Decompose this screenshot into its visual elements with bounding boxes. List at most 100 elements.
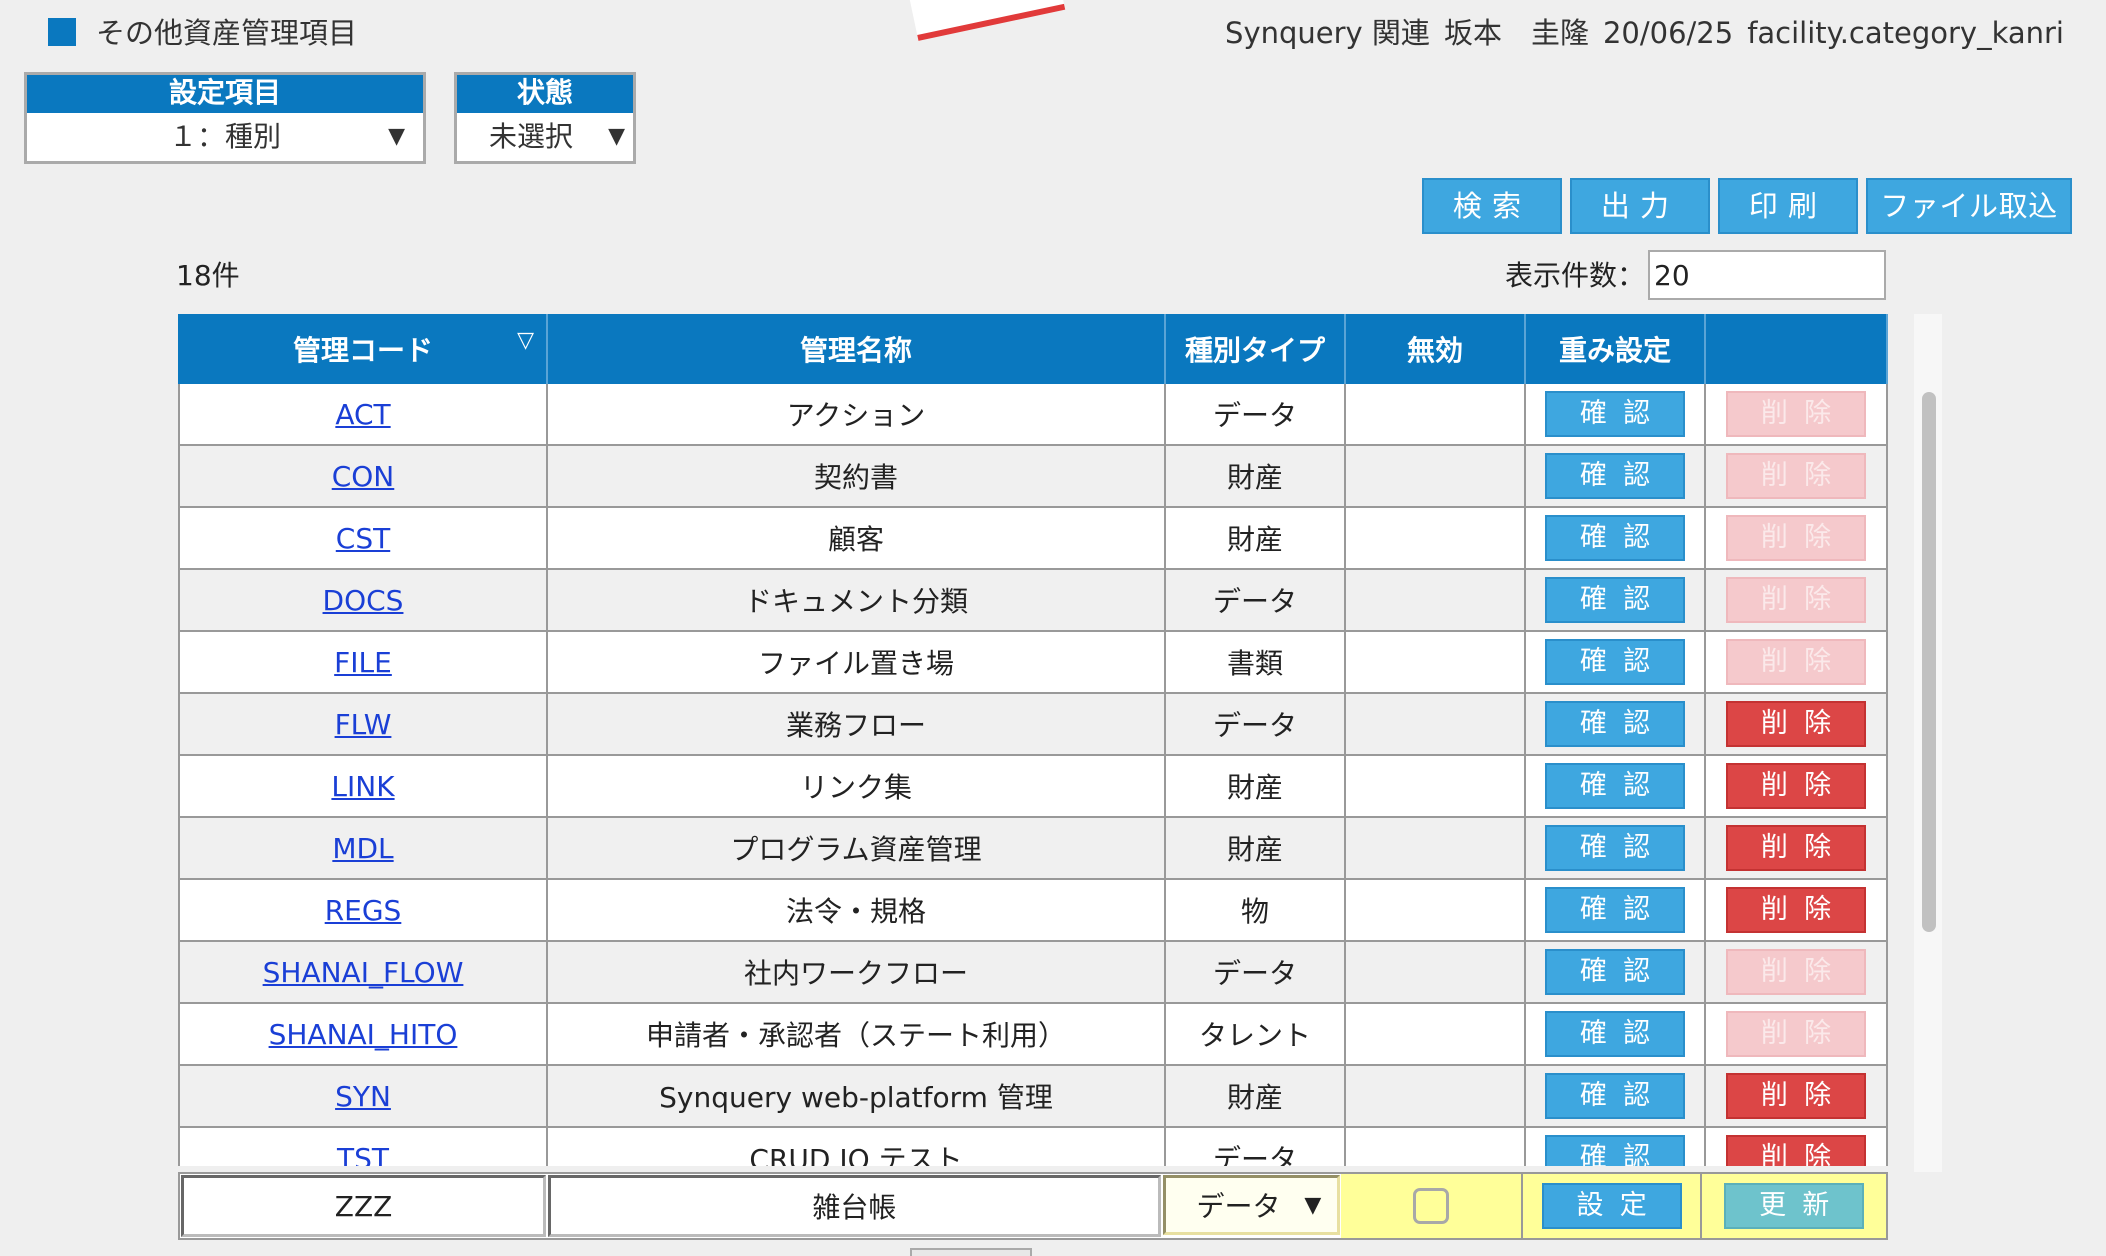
code-link[interactable]: DOCS [323,584,404,617]
per-page-input[interactable] [1648,250,1886,300]
code-link[interactable]: SHANAI_FLOW [263,956,464,989]
confirm-button[interactable]: 確認 [1545,639,1685,685]
disabled-cell [1346,508,1526,568]
weight-cell: 確認 [1526,1066,1706,1126]
table-row: SYN Synquery web-platform 管理 財産 確認 削除 [178,1066,1888,1128]
type-cell: 財産 [1166,1066,1346,1126]
set-button[interactable]: 設定 [1541,1183,1682,1229]
scrollbar-thumb[interactable] [1922,392,1936,932]
confirm-button[interactable]: 確認 [1545,825,1685,871]
confirm-button[interactable]: 確認 [1545,887,1685,933]
delete-button: 削除 [1726,949,1866,995]
delete-cell: 削除 [1706,880,1888,940]
weight-cell: 確認 [1526,1128,1706,1166]
code-link[interactable]: CON [332,460,395,493]
code-cell: SHANAI_FLOW [178,942,548,1002]
delete-cell: 削除 [1706,384,1888,444]
name-cell: 法令・規格 [548,880,1166,940]
delete-cell: 削除 [1706,446,1888,506]
new-name-input[interactable]: 雑台帳 [548,1175,1161,1237]
code-cell: FLW [178,694,548,754]
type-cell: データ [1166,384,1346,444]
weight-cell: 確認 [1526,880,1706,940]
code-link[interactable]: FLW [335,708,392,741]
confirm-button[interactable]: 確認 [1545,701,1685,747]
code-link[interactable]: ACT [335,398,390,431]
confirm-button[interactable]: 確認 [1545,391,1685,437]
disabled-cell [1346,880,1526,940]
type-cell: データ [1166,570,1346,630]
disabled-checkbox[interactable] [1413,1188,1450,1224]
table-row: MDL プログラム資産管理 財産 確認 削除 [178,818,1888,880]
confirm-button[interactable]: 確認 [1545,763,1685,809]
confirm-button[interactable]: 確認 [1545,577,1685,623]
confirm-button[interactable]: 確認 [1545,515,1685,561]
name-cell: 顧客 [548,508,1166,568]
name-cell: リンク集 [548,756,1166,816]
delete-button[interactable]: 削除 [1726,887,1866,933]
code-link[interactable]: MDL [332,832,393,865]
weight-cell: 確認 [1526,756,1706,816]
search-button[interactable]: 検索 [1422,178,1562,234]
name-cell: プログラム資産管理 [548,818,1166,878]
name-cell: 社内ワークフロー [548,942,1166,1002]
code-link[interactable]: SHANAI_HITO [269,1018,458,1051]
disabled-cell [1346,384,1526,444]
table-row: SHANAI_HITO 申請者・承認者（ステート利用） タレント 確認 削除 [178,1004,1888,1066]
table-row: DOCS ドキュメント分類 データ 確認 削除 [178,570,1888,632]
delete-button[interactable]: 削除 [1726,1073,1866,1119]
col-header-type: 種別タイプ [1166,314,1346,384]
delete-button: 削除 [1726,453,1866,499]
status-stamp [904,0,1066,41]
new-type-select[interactable]: データ ▼ [1162,1175,1341,1235]
setting-filter[interactable]: 設定項目 １：種別 ▼ [24,72,426,164]
file-import-button[interactable]: ファイル取込 [1866,178,2072,234]
current-date: 20/06/25 [1602,16,1734,50]
delete-button[interactable]: 削除 [1726,763,1866,809]
new-code-input[interactable]: ZZZ [181,1175,547,1237]
confirm-button[interactable]: 確認 [1545,1011,1685,1057]
code-link[interactable]: REGS [325,894,402,927]
code-link[interactable]: SYN [335,1080,391,1113]
category-table: 管理コード ▽ 管理名称 種別タイプ 無効 重み設定 ACT アクション データ 確認削… [178,314,1888,1166]
delete-button[interactable]: 削除 [1726,1135,1866,1166]
status-filter[interactable]: 状態 未選択 ▼ [454,72,636,164]
disabled-cell [1346,446,1526,506]
code-cell: REGS [178,880,548,940]
setting-select-value: １：種別 [168,120,281,153]
confirm-button[interactable]: 確認 [1545,949,1685,995]
code-link[interactable]: FILE [334,646,392,679]
delete-cell: 削除 [1706,756,1888,816]
export-button[interactable]: 出力 [1570,178,1710,234]
name-cell: ファイル置き場 [548,632,1166,692]
code-cell: CST [178,508,548,568]
confirm-button[interactable]: 確認 [1545,1135,1685,1166]
setting-select[interactable]: １：種別 ▼ [27,116,423,158]
delete-button[interactable]: 削除 [1726,825,1866,871]
update-button[interactable]: 更新 [1724,1183,1865,1229]
new-set-cell: 設定 [1520,1174,1701,1238]
col-header-code[interactable]: 管理コード ▽ [178,314,548,384]
confirm-button[interactable]: 確認 [1545,1073,1685,1119]
print-button[interactable]: 印刷 [1718,178,1858,234]
type-cell: タレント [1166,1004,1346,1064]
status-select[interactable]: 未選択 ▼ [457,116,633,158]
weight-cell: 確認 [1526,942,1706,1002]
disabled-cell [1346,818,1526,878]
sort-triangle-icon[interactable]: ▽ [517,328,534,353]
weight-cell: 確認 [1526,384,1706,444]
bottom-tab[interactable] [910,1248,1032,1256]
table-row: CON 契約書 財産 確認 削除 [178,446,1888,508]
code-link[interactable]: TST [337,1142,389,1167]
weight-cell: 確認 [1526,508,1706,568]
code-link[interactable]: LINK [331,770,394,803]
disabled-cell [1346,942,1526,1002]
new-update-cell: 更新 [1700,1174,1886,1238]
code-link[interactable]: CST [336,522,390,555]
type-cell: データ [1166,1128,1346,1166]
confirm-button[interactable]: 確認 [1545,453,1685,499]
table-row: SHANAI_FLOW 社内ワークフロー データ 確認 削除 [178,942,1888,1004]
disabled-cell [1346,570,1526,630]
col-header-weight: 重み設定 [1526,314,1706,384]
delete-button[interactable]: 削除 [1726,701,1866,747]
